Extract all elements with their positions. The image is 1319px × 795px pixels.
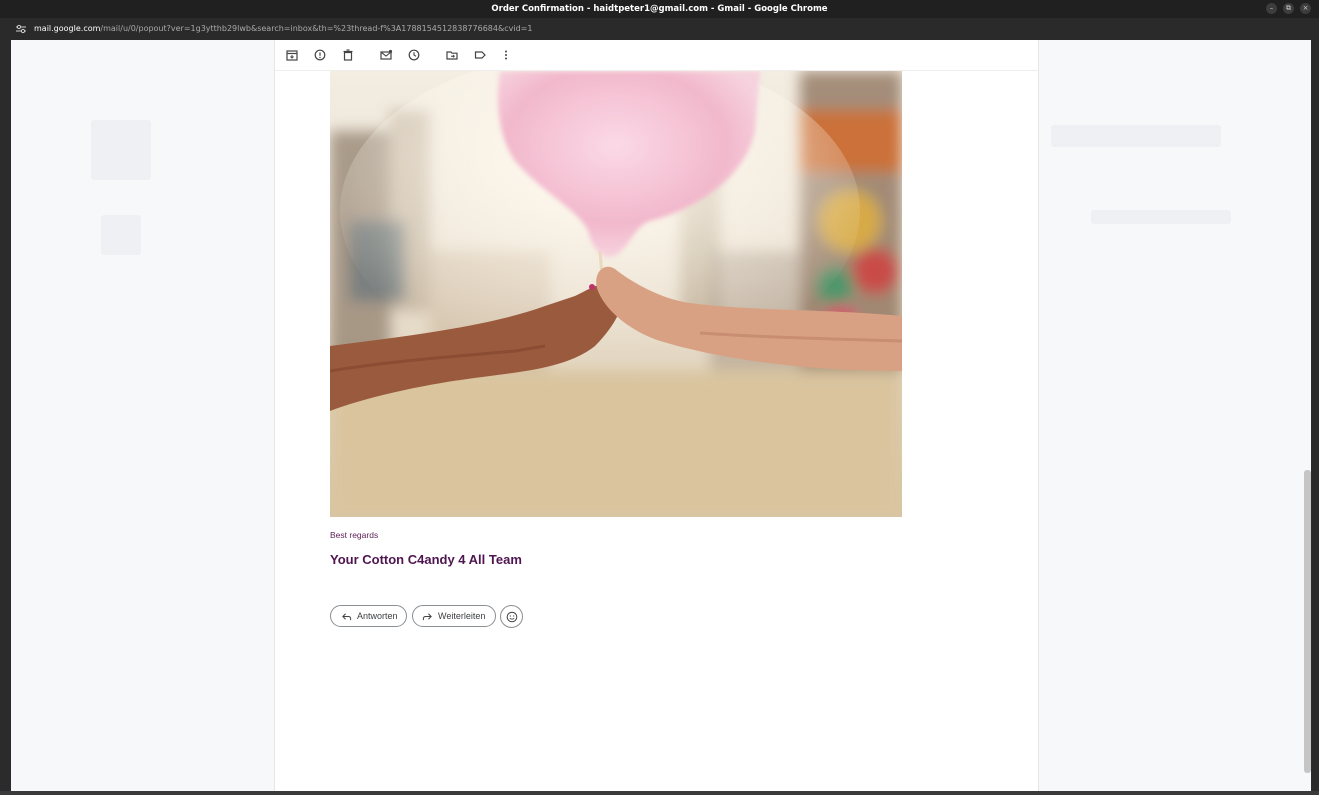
cotton-candy-photo [330,71,902,517]
report-spam-icon[interactable] [313,48,327,62]
maximize-button[interactable]: ⧉ [1283,3,1294,14]
forward-label: Weiterleiten [438,611,486,621]
window-bottom-edge [0,791,1319,795]
background-ghost [1091,210,1231,224]
background-ghost [1051,125,1221,147]
page-viewport: Best regards Your Cotton C4andy 4 All Te… [11,40,1311,791]
close-button[interactable]: × [1300,3,1311,14]
email-signature: Your Cotton C4andy 4 All Team [330,552,522,567]
background-ghost [91,120,151,180]
reply-button[interactable]: Antworten [330,605,407,627]
background-ghost [101,215,141,255]
label-icon[interactable] [473,48,487,62]
delete-icon[interactable] [341,48,355,62]
snooze-icon[interactable] [407,48,421,62]
url-text[interactable]: mail.google.com/mail/u/0/popout?ver=1g3y… [34,18,532,40]
address-bar[interactable]: mail.google.com/mail/u/0/popout?ver=1g3y… [0,18,1319,40]
url-host: mail.google.com [34,24,101,33]
emoji-icon [506,611,517,622]
message-toolbar [275,40,1038,71]
email-popout: Best regards Your Cotton C4andy 4 All Te… [274,40,1039,791]
emoji-reaction-button[interactable] [500,605,523,628]
url-path: /mail/u/0/popout?ver=1g3ytthb29lwb&searc… [100,24,533,33]
window-titlebar: Order Confirmation - haidtpeter1@gmail.c… [0,0,1319,18]
forward-button[interactable]: Weiterleiten [412,605,496,627]
mark-unread-icon[interactable] [379,48,393,62]
scrollbar-thumb[interactable] [1304,470,1311,773]
site-settings-icon[interactable] [16,24,26,34]
forward-icon [422,612,432,620]
reply-label: Antworten [357,611,398,621]
email-closing: Best regards [330,530,379,540]
reply-icon [342,612,352,620]
window-title: Order Confirmation - haidtpeter1@gmail.c… [491,4,828,14]
minimize-button[interactable]: – [1266,3,1277,14]
move-to-icon[interactable] [445,48,459,62]
window-controls: – ⧉ × [1266,3,1311,14]
archive-icon[interactable] [285,48,299,62]
more-vert-icon[interactable] [499,48,513,62]
